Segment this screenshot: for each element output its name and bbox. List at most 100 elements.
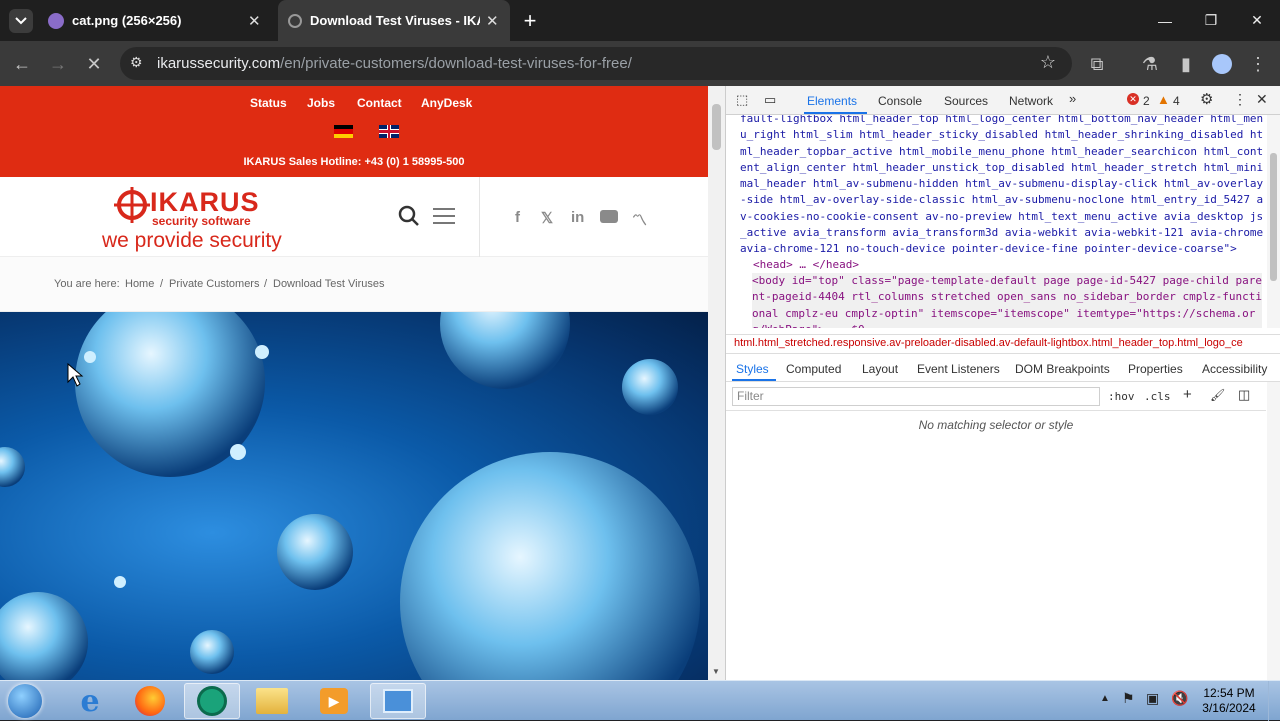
file-explorer-icon[interactable] (244, 683, 300, 719)
subtab-properties[interactable]: Properties (1128, 362, 1183, 376)
subtab-styles[interactable]: Styles (736, 362, 769, 376)
nav-status-link[interactable]: Status (250, 96, 287, 110)
stop-button[interactable]: ✕ (79, 49, 109, 79)
hov-toggle[interactable]: :hov (1108, 390, 1135, 403)
side-panel-icon[interactable]: ▮ (1171, 49, 1201, 79)
facebook-icon[interactable]: f (515, 209, 520, 226)
web-page: Status Jobs Contact AnyDesk IKARUS Sales… (0, 86, 708, 680)
internet-explorer-icon[interactable]: e (62, 683, 118, 719)
new-tab-button[interactable]: + (518, 0, 542, 41)
error-icon[interactable]: ✕ (1127, 93, 1139, 105)
device-toggle-icon[interactable]: ▭ (764, 92, 776, 108)
forward-button[interactable]: → (43, 49, 73, 79)
html-class-attribute[interactable]: fault-lightbox html_header_top html_logo… (740, 115, 1264, 258)
page-scrollbar[interactable]: ▼ (708, 86, 725, 680)
tray-expand-icon[interactable]: ▲ (1100, 693, 1110, 704)
tab-search-button[interactable] (8, 0, 34, 41)
linkedin-icon[interactable]: in (571, 209, 584, 226)
devtools-panel: ⬚ ▭ Elements Console Sources Network » ✕… (725, 86, 1280, 680)
chevron-down-icon (15, 16, 27, 24)
toggle-sidebar-icon[interactable]: ◫ (1238, 387, 1250, 403)
breadcrumb-home[interactable]: Home (125, 278, 154, 290)
nav-jobs-link[interactable]: Jobs (307, 96, 335, 110)
german-flag-icon[interactable] (334, 125, 353, 138)
styles-filter-input[interactable]: Filter (732, 387, 1100, 406)
media-player-icon[interactable]: ▶ (306, 683, 362, 719)
browser-toolbar: ← → ✕ ⚙ ikarussecurity.com/en/private-cu… (0, 41, 1280, 86)
windows-taskbar: e ▶ ▲ ⚑ ▣ 🔇 12:54 PM 3/16/2024 (0, 680, 1280, 721)
more-tabs-icon[interactable]: » (1069, 91, 1076, 106)
address-bar[interactable]: ⚙ ikarussecurity.com/en/private-customer… (120, 47, 1072, 80)
dom-scrollbar[interactable] (1267, 115, 1280, 328)
site-info-icon[interactable]: ⚙ (130, 54, 143, 71)
favicon-icon (288, 13, 302, 28)
start-button[interactable] (0, 683, 50, 719)
minimize-button[interactable]: — (1142, 0, 1188, 41)
firefox-icon[interactable] (122, 683, 178, 719)
ikarus-logo[interactable]: IKARUS security software we provide secu… (100, 185, 310, 255)
cls-toggle[interactable]: .cls (1144, 390, 1171, 403)
show-desktop-button[interactable] (1268, 681, 1280, 721)
error-count: 2 (1143, 94, 1150, 108)
rss-icon[interactable]: 〽 (632, 209, 647, 230)
bookmark-star-icon[interactable]: ☆ (1040, 52, 1056, 73)
header-divider (479, 177, 480, 257)
tab-sources[interactable]: Sources (944, 94, 988, 108)
restore-button[interactable]: ❐ (1188, 0, 1234, 41)
volume-muted-icon[interactable]: 🔇 (1171, 690, 1188, 707)
menu-icon[interactable]: ⋮ (1243, 49, 1273, 79)
sales-hotline: IKARUS Sales Hotline: +43 (0) 1 58995-50… (243, 156, 465, 168)
nav-anydesk-link[interactable]: AnyDesk (421, 96, 472, 110)
tab-elements[interactable]: Elements (807, 94, 857, 108)
profile-avatar[interactable] (1207, 49, 1237, 79)
tab-console[interactable]: Console (878, 94, 922, 108)
back-button[interactable]: ← (7, 49, 37, 79)
subtab-event-listeners[interactable]: Event Listeners (917, 362, 1000, 376)
close-window-button[interactable]: ✕ (1234, 0, 1280, 41)
element-state-icon[interactable]: 🖌 (1210, 388, 1225, 402)
styles-scrollbar[interactable] (1267, 382, 1280, 680)
action-center-flag-icon[interactable]: ⚑ (1122, 690, 1135, 707)
system-clock[interactable]: 12:54 PM 3/16/2024 (1196, 686, 1262, 716)
uk-flag-icon[interactable] (379, 125, 399, 138)
network-icon[interactable]: ▣ (1146, 690, 1159, 707)
new-style-rule-icon[interactable]: + (1183, 386, 1192, 403)
hamburger-menu-icon[interactable] (433, 208, 455, 224)
breadcrumb: You are here: Home / Private Customers /… (0, 257, 708, 312)
dom-breadcrumb[interactable]: html.html_stretched.responsive.av-preloa… (726, 334, 1280, 354)
subtab-dom-breakpoints[interactable]: DOM Breakpoints (1015, 362, 1110, 376)
warning-icon[interactable]: ▲ (1157, 92, 1170, 107)
x-twitter-icon[interactable]: 𝕏 (541, 209, 553, 227)
tab-cat-image[interactable]: cat.png (256×256) ✕ (40, 0, 272, 41)
remote-desktop-icon[interactable] (370, 683, 426, 719)
head-node[interactable]: <head> … </head> (753, 257, 1266, 273)
crosshair-icon (114, 187, 150, 223)
close-tab-icon[interactable]: ✕ (248, 12, 261, 30)
favicon-icon (48, 12, 64, 29)
subtab-layout[interactable]: Layout (862, 362, 898, 376)
active-subtab-underline (732, 379, 776, 381)
body-node[interactable]: <body id="top" class="page-template-defa… (752, 273, 1262, 328)
active-tab-underline (804, 112, 867, 114)
devtools-menu-icon[interactable]: ⋮ (1233, 91, 1247, 108)
labs-icon[interactable]: ⚗ (1135, 49, 1165, 79)
chrome-taskbar-icon[interactable] (184, 683, 240, 719)
inspect-element-icon[interactable]: ⬚ (736, 92, 748, 108)
close-devtools-icon[interactable]: ✕ (1256, 91, 1268, 108)
nav-contact-link[interactable]: Contact (357, 96, 402, 110)
close-tab-icon[interactable]: ✕ (486, 12, 499, 30)
youtube-icon[interactable] (600, 210, 618, 227)
subtab-computed[interactable]: Computed (786, 362, 841, 376)
subtab-accessibility[interactable]: Accessibility (1202, 362, 1267, 376)
settings-gear-icon[interactable]: ⚙ (1200, 90, 1213, 108)
no-matching-styles: No matching selector or style (918, 418, 1074, 432)
breadcrumb-current: Download Test Viruses (273, 278, 385, 290)
styles-subtabs: Styles Computed Layout Event Listeners D… (726, 358, 1280, 382)
tab-download-test-viruses[interactable]: Download Test Viruses - IKARU ✕ (278, 0, 510, 41)
breadcrumb-private-customers[interactable]: Private Customers (169, 278, 259, 290)
search-icon[interactable] (398, 205, 420, 227)
tab-network[interactable]: Network (1009, 94, 1053, 108)
url-text[interactable]: ikarussecurity.com/en/private-customers/… (157, 55, 632, 72)
dom-tree[interactable]: fault-lightbox html_header_top html_logo… (726, 115, 1266, 328)
extensions-icon[interactable]: ⧉ (1082, 49, 1112, 79)
